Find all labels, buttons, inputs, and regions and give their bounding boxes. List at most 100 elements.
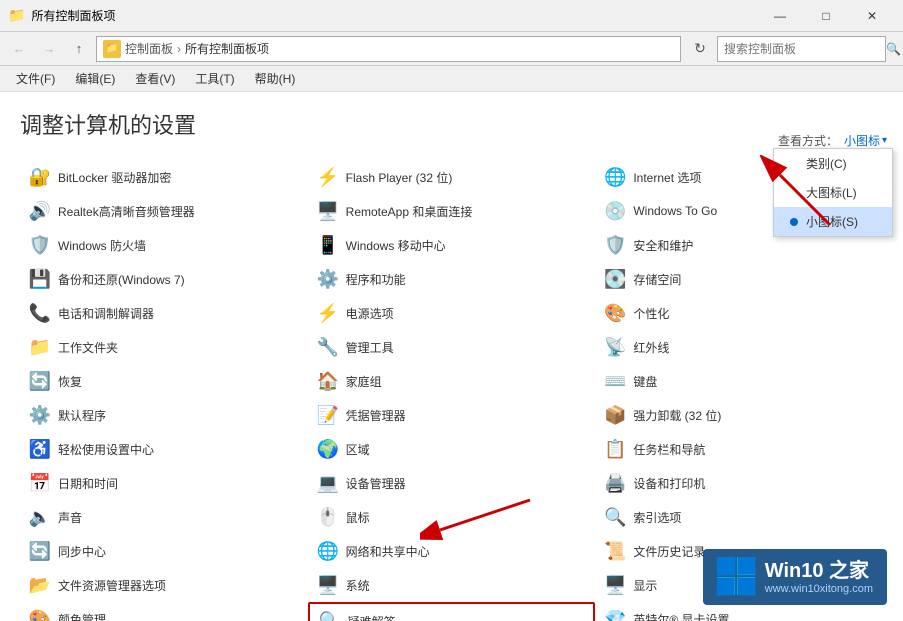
item-recovery[interactable]: 🔄 恢复 xyxy=(20,364,308,398)
item-label-keyboard: 键盘 xyxy=(633,373,657,390)
item-icon-indexing: 🔍 xyxy=(603,505,627,529)
address-part-1[interactable]: 控制面板 xyxy=(125,40,173,57)
item-infrared[interactable]: 📡 红外线 xyxy=(595,330,883,364)
item-label-bitlocker: BitLocker 驱动器加密 xyxy=(58,169,171,186)
menu-edit[interactable]: 编辑(E) xyxy=(65,66,125,91)
item-icon-mobility: 📱 xyxy=(316,233,340,257)
item-icon-realtek: 🔊 xyxy=(28,199,52,223)
item-admin-tools[interactable]: 🔧 管理工具 xyxy=(308,330,596,364)
item-label-admin-tools: 管理工具 xyxy=(346,339,394,356)
item-label-personalize: 个性化 xyxy=(633,305,669,322)
item-icon-recovery: 🔄 xyxy=(28,369,52,393)
window-title: 所有控制面板项 xyxy=(31,7,115,24)
item-work-folder[interactable]: 📁 工作文件夹 xyxy=(20,330,308,364)
item-uninstall[interactable]: 📦 强力卸载 (32 位) xyxy=(595,398,883,432)
item-label-device-manager: 设备管理器 xyxy=(346,475,406,492)
item-label-uninstall: 强力卸载 (32 位) xyxy=(633,407,721,424)
item-label-credentials: 凭据管理器 xyxy=(346,407,406,424)
item-region[interactable]: 🌍 区域 xyxy=(308,432,596,466)
item-icon-windows-to-go: 💿 xyxy=(603,199,627,223)
address-bar: 📁 控制面板 › 所有控制面板项 xyxy=(96,36,681,62)
item-label-system: 系统 xyxy=(346,577,370,594)
view-mode-button[interactable]: 小图标 ▾ xyxy=(844,132,887,149)
item-label-network: 网络和共享中心 xyxy=(346,543,430,560)
item-icon-phone-modem: 📞 xyxy=(28,301,52,325)
item-bitlocker[interactable]: 🔐 BitLocker 驱动器加密 xyxy=(20,160,308,194)
menu-help[interactable]: 帮助(H) xyxy=(245,66,306,91)
item-file-explorer[interactable]: 📂 文件资源管理器选项 xyxy=(20,568,308,602)
item-devices-printers[interactable]: 🖨️ 设备和打印机 xyxy=(595,466,883,500)
item-phone-modem[interactable]: 📞 电话和调制解调器 xyxy=(20,296,308,330)
watermark: Win10 之家 www.win10xitong.com xyxy=(703,549,887,605)
item-mobility[interactable]: 📱 Windows 移动中心 xyxy=(308,228,596,262)
item-icon-security-maintenance: 🛡️ xyxy=(603,233,627,257)
item-power[interactable]: ⚡ 电源选项 xyxy=(308,296,596,330)
minimize-button[interactable]: — xyxy=(757,0,803,32)
item-default-programs[interactable]: ⚙️ 默认程序 xyxy=(20,398,308,432)
item-color-manage[interactable]: 🎨 颜色管理 xyxy=(20,602,308,621)
item-flash-player[interactable]: ⚡ Flash Player (32 位) xyxy=(308,160,596,194)
search-input[interactable] xyxy=(718,42,885,56)
item-taskbar[interactable]: 📋 任务栏和导航 xyxy=(595,432,883,466)
item-icon-uninstall: 📦 xyxy=(603,403,627,427)
item-icon-mouse: 🖱️ xyxy=(316,505,340,529)
item-programs[interactable]: ⚙️ 程序和功能 xyxy=(308,262,596,296)
item-icon-color-manage: 🎨 xyxy=(28,607,52,621)
menu-tools[interactable]: 工具(T) xyxy=(185,66,244,91)
address-part-2[interactable]: 所有控制面板项 xyxy=(185,40,269,57)
item-icon-admin-tools: 🔧 xyxy=(316,335,340,359)
back-button[interactable]: ← xyxy=(6,36,32,62)
item-icon-power: ⚡ xyxy=(316,301,340,325)
item-label-homegroup: 家庭组 xyxy=(346,373,382,390)
item-label-backup: 备份和还原(Windows 7) xyxy=(58,271,185,288)
search-button[interactable]: 🔍 xyxy=(885,36,901,62)
search-bar: 🔍 xyxy=(717,36,897,62)
view-mode-label: 查看方式： xyxy=(778,132,838,149)
item-icon-intel-graphics: 💎 xyxy=(603,607,627,621)
item-remoteapp[interactable]: 🖥️ RemoteApp 和桌面连接 xyxy=(308,194,596,228)
windows-logo-icon xyxy=(717,557,757,597)
item-label-windows-firewall: Windows 防火墙 xyxy=(58,237,146,254)
item-datetime[interactable]: 📅 日期和时间 xyxy=(20,466,308,500)
item-ease-of-access[interactable]: ♿ 轻松使用设置中心 xyxy=(20,432,308,466)
item-storage[interactable]: 💽 存储空间 xyxy=(595,262,883,296)
up-button[interactable]: ↑ xyxy=(66,36,92,62)
item-label-datetime: 日期和时间 xyxy=(58,475,118,492)
item-label-default-programs: 默认程序 xyxy=(58,407,106,424)
maximize-button[interactable]: □ xyxy=(803,0,849,32)
item-realtek[interactable]: 🔊 Realtek高清晰音频管理器 xyxy=(20,194,308,228)
item-sound[interactable]: 🔈 声音 xyxy=(20,500,308,534)
refresh-button[interactable]: ↻ xyxy=(687,36,713,62)
close-button[interactable]: ✕ xyxy=(849,0,895,32)
item-icon-network: 🌐 xyxy=(316,539,340,563)
item-icon-credentials: 📝 xyxy=(316,403,340,427)
item-icon-infrared: 📡 xyxy=(603,335,627,359)
title-bar-controls: — □ ✕ xyxy=(757,0,895,32)
item-homegroup[interactable]: 🏠 家庭组 xyxy=(308,364,596,398)
item-icon-ease-of-access: ♿ xyxy=(28,437,52,461)
watermark-text-group: Win10 之家 www.win10xitong.com xyxy=(765,559,873,595)
item-personalize[interactable]: 🎨 个性化 xyxy=(595,296,883,330)
item-backup[interactable]: 💾 备份和还原(Windows 7) xyxy=(20,262,308,296)
item-windows-firewall[interactable]: 🛡️ Windows 防火墙 xyxy=(20,228,308,262)
item-icon-sound: 🔈 xyxy=(28,505,52,529)
item-indexing[interactable]: 🔍 索引选项 xyxy=(595,500,883,534)
item-label-ease-of-access: 轻松使用设置中心 xyxy=(58,441,154,458)
item-credentials[interactable]: 📝 凭据管理器 xyxy=(308,398,596,432)
item-label-region: 区域 xyxy=(346,441,370,458)
item-sync[interactable]: 🔄 同步中心 xyxy=(20,534,308,568)
item-keyboard[interactable]: ⌨️ 键盘 xyxy=(595,364,883,398)
menu-file[interactable]: 文件(F) xyxy=(6,66,65,91)
item-label-indexing: 索引选项 xyxy=(633,509,681,526)
item-icon-bitlocker: 🔐 xyxy=(28,165,52,189)
item-label-phone-modem: 电话和调制解调器 xyxy=(58,305,154,322)
item-icon-system: 🖥️ xyxy=(316,573,340,597)
item-label-display: 显示 xyxy=(633,577,657,594)
forward-button[interactable]: → xyxy=(36,36,62,62)
item-label-work-folder: 工作文件夹 xyxy=(58,339,118,356)
item-system[interactable]: 🖥️ 系统 xyxy=(308,568,596,602)
item-troubleshoot[interactable]: 🔍 疑难解答 xyxy=(308,602,596,621)
item-label-power: 电源选项 xyxy=(346,305,394,322)
item-label-storage: 存储空间 xyxy=(633,271,681,288)
menu-view[interactable]: 查看(V) xyxy=(125,66,185,91)
